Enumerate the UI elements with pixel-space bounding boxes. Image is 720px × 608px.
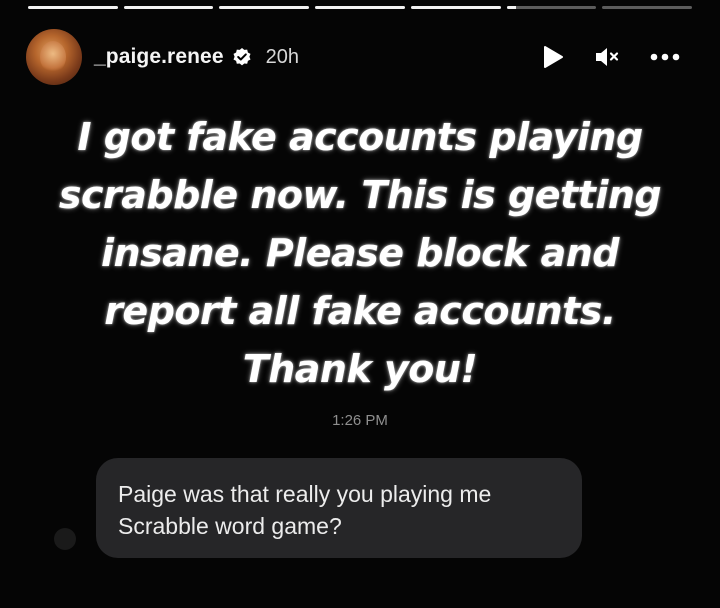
- story-viewer: _paige.renee 20h I got fake accounts pla…: [0, 0, 720, 608]
- story-controls: [542, 45, 694, 69]
- progress-segment: [506, 6, 597, 9]
- username[interactable]: _paige.renee: [94, 45, 224, 69]
- progress-segment: [219, 6, 310, 9]
- more-options-icon[interactable]: [650, 53, 680, 61]
- verified-badge-icon: [232, 47, 252, 67]
- story-caption: I got fake accounts playing scrabble now…: [58, 115, 662, 391]
- message-timestamp: 1:26 PM: [332, 412, 388, 429]
- message-bubble: Paige was that really you playing me Scr…: [96, 458, 582, 558]
- sender-avatar: [54, 528, 76, 550]
- avatar[interactable]: [26, 29, 82, 85]
- story-progress-bars: [28, 6, 693, 9]
- progress-segment: [602, 6, 693, 9]
- progress-segment: [410, 6, 501, 9]
- story-header: _paige.renee 20h: [26, 28, 694, 86]
- progress-segment: [315, 6, 405, 9]
- progress-segment: [123, 6, 214, 9]
- play-icon[interactable]: [542, 45, 564, 69]
- muted-speaker-icon[interactable]: [594, 46, 620, 68]
- progress-segment: [28, 6, 118, 9]
- post-time: 20h: [265, 45, 299, 68]
